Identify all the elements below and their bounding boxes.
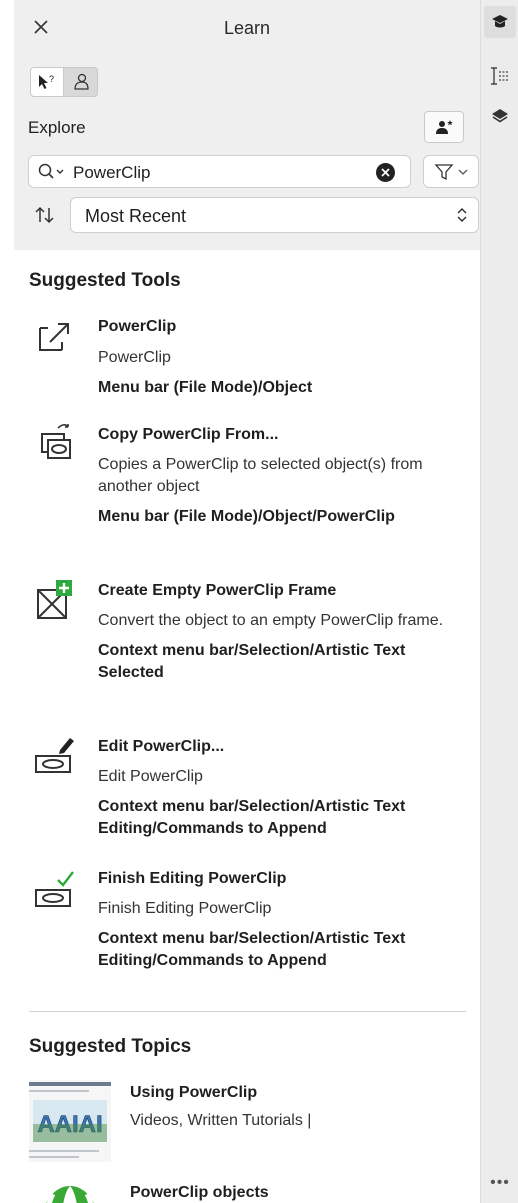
topic-thumbnail	[29, 1178, 111, 1203]
search-icon	[38, 163, 64, 179]
context-help-button[interactable]: ?	[30, 67, 64, 97]
pointer-help-icon: ?	[39, 74, 54, 89]
graduation-cap-icon	[492, 15, 508, 28]
tool-description: Edit PowerClip	[98, 768, 203, 785]
topic-title: PowerClip objects	[130, 1184, 269, 1201]
tool-menu-path: Context menu bar/Selection/Artistic Text…	[98, 642, 406, 681]
layers-icon	[492, 109, 508, 123]
sort-icon[interactable]	[34, 206, 56, 224]
user-star-icon	[436, 120, 453, 134]
properties-tab[interactable]	[484, 60, 516, 92]
powerclip-icon	[39, 323, 69, 351]
svg-text:?: ?	[49, 74, 54, 84]
tool-name: Create Empty PowerClip Frame	[98, 582, 337, 599]
sort-value: Most Recent	[85, 206, 187, 226]
empty-frame-icon	[37, 580, 72, 619]
tool-description: Finish Editing PowerClip	[98, 900, 272, 917]
properties-icon	[491, 67, 509, 85]
updown-chevron-icon	[457, 207, 467, 223]
suggested-topics-heading: Suggested Topics	[29, 1036, 192, 1057]
tool-description: Convert the object to an empty PowerClip…	[98, 612, 444, 629]
tutorial-thumbnail: AAIAI	[29, 1080, 111, 1162]
tool-description: PowerClip	[98, 349, 171, 366]
learn-panel: Learn ? Explore PowerClip Most Recent Su…	[14, 0, 480, 1203]
objects-tab[interactable]	[484, 100, 516, 132]
learn-tab[interactable]	[484, 6, 516, 38]
panel-header: Learn ? Explore PowerClip Most Recent	[14, 0, 480, 250]
topic-title: Using PowerClip	[130, 1084, 258, 1101]
title-bar: Learn	[14, 10, 480, 46]
tool-name: Edit PowerClip...	[98, 738, 225, 755]
sort-dropdown[interactable]: Most Recent	[70, 197, 479, 233]
clear-icon	[381, 168, 390, 177]
search-query: PowerClip	[73, 163, 151, 182]
tool-name: Finish Editing PowerClip	[98, 870, 287, 887]
tool-menu-path: Context menu bar/Selection/Artistic Text…	[98, 798, 406, 837]
filter-icon	[434, 163, 454, 180]
tool-description: Copies a PowerClip to selected object(s)…	[98, 456, 423, 495]
tool-menu-path: Menu bar (File Mode)/Object/PowerClip	[98, 508, 395, 525]
docker-tab-rail: •••	[480, 0, 518, 1203]
explore-label: Explore	[28, 118, 86, 137]
explore-mode-button[interactable]	[64, 67, 98, 97]
finish-editing-icon	[35, 871, 74, 907]
section-divider	[29, 1011, 466, 1012]
mode-toggle-group: ?	[30, 67, 98, 97]
edit-powerclip-icon	[35, 738, 74, 773]
explore-options-button[interactable]	[424, 111, 464, 143]
tool-menu-path: Menu bar (File Mode)/Object	[98, 379, 313, 396]
chevron-down-icon	[458, 169, 468, 175]
copy-powerclip-icon	[41, 424, 71, 459]
tool-name: Copy PowerClip From...	[98, 426, 279, 443]
hint-person-icon	[73, 73, 89, 90]
tool-name: PowerClip	[98, 318, 177, 335]
more-options-icon[interactable]: •••	[481, 1174, 518, 1192]
clear-search-button[interactable]	[376, 163, 395, 182]
tool-menu-path: Context menu bar/Selection/Artistic Text…	[98, 930, 406, 969]
search-input[interactable]: PowerClip	[28, 155, 411, 188]
panel-title: Learn	[223, 18, 271, 38]
suggested-tools-heading: Suggested Tools	[29, 270, 181, 291]
filter-button[interactable]	[423, 155, 479, 188]
topic-subtitle: Videos, Written Tutorials |	[130, 1112, 312, 1129]
